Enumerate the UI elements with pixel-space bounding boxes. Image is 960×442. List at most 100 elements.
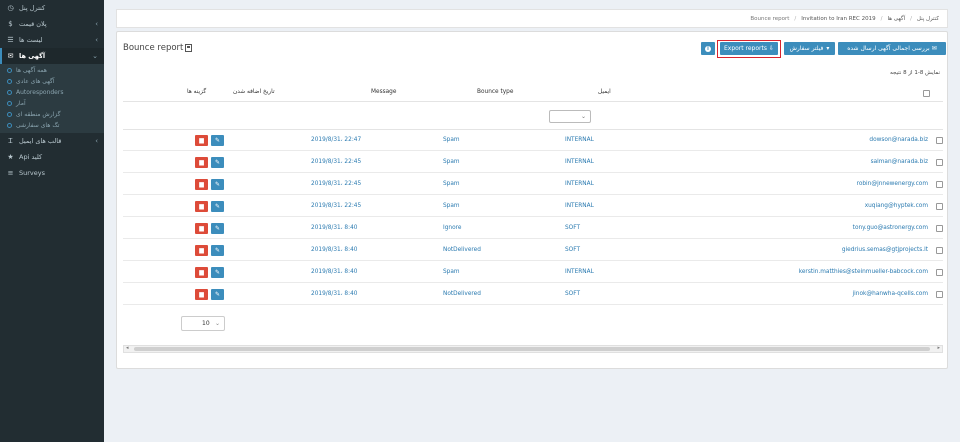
campaign-overview-button[interactable]: بررسی اجمالی آگهی ارسال شده ✉ xyxy=(838,42,946,55)
cell-date: 2019/8/31، 22:45 xyxy=(311,203,362,209)
edit-button[interactable]: ✎ xyxy=(211,135,224,146)
select-all-checkbox[interactable] xyxy=(923,90,930,97)
circle-icon xyxy=(7,112,12,117)
sidebar-item-lists[interactable]: ☰ لیست ها ‹ xyxy=(0,32,104,48)
breadcrumb-item-dashboard[interactable]: کنترل پنل xyxy=(917,16,939,22)
scrollbar-thumb[interactable] xyxy=(134,347,930,351)
cell-type: SOFT xyxy=(565,291,581,297)
edit-button[interactable]: ✎ xyxy=(211,223,224,234)
campaign-overview-label: بررسی اجمالی آگهی ارسال شده xyxy=(847,45,930,52)
edit-button[interactable]: ✎ xyxy=(211,245,224,256)
info-icon: i xyxy=(705,45,711,52)
bounce-type-filter-select[interactable]: ⌄ xyxy=(549,110,591,123)
cell-email[interactable]: jinok@hanwha-qcells.com xyxy=(853,291,928,297)
edit-button[interactable]: ✎ xyxy=(211,179,224,190)
row-checkbox[interactable] xyxy=(936,291,943,298)
scroll-right-icon[interactable]: ▸ xyxy=(937,345,940,351)
sidebar-submenu: همه آگهی ها آگهی های عادی Autoresponders… xyxy=(0,64,104,133)
sidebar-item-pricing[interactable]: $ پلان قیمت ‹ xyxy=(0,16,104,32)
edit-button[interactable]: ✎ xyxy=(211,289,224,300)
cell-email[interactable]: xuqiang@hyptek.com xyxy=(865,203,928,209)
row-checkbox[interactable] xyxy=(936,181,943,188)
delete-button[interactable]: ▆ xyxy=(195,267,208,278)
cell-type: INTERNAL xyxy=(565,203,594,209)
header-date-added: تاریخ اضافه شدن xyxy=(233,89,275,95)
scroll-left-icon[interactable]: ◂ xyxy=(126,345,129,351)
edit-icon: ✎ xyxy=(214,203,221,210)
row-checkbox[interactable] xyxy=(936,137,943,144)
header-message[interactable]: Message xyxy=(371,89,396,95)
sidebar-subitem-geo-report[interactable]: گزارش منطقه ای xyxy=(0,109,104,120)
chevron-down-icon: ⌄ xyxy=(92,52,98,60)
delete-button[interactable]: ▆ xyxy=(195,179,208,190)
table-row: ▆ ✎ 2019/8/31، 8:40 NotDelivered SOFT gi… xyxy=(123,239,943,261)
cell-date: 2019/8/31، 22:47 xyxy=(311,137,362,143)
sidebar-item-dashboard[interactable]: ◷ کنترل پنل xyxy=(0,0,104,16)
sidebar-item-label: پلان قیمت xyxy=(19,20,47,28)
row-checkbox[interactable] xyxy=(936,269,943,276)
row-checkbox[interactable] xyxy=(936,247,943,254)
list-icon: ☰ xyxy=(7,36,14,44)
cell-type: INTERNAL xyxy=(565,181,594,187)
sidebar-subitem-regular[interactable]: آگهی های عادی xyxy=(0,76,104,87)
cell-email[interactable]: salman@narada.biz xyxy=(871,159,928,165)
sidebar-item-surveys[interactable]: ≡ Surveys xyxy=(0,165,104,181)
chevron-left-icon: ‹ xyxy=(95,36,98,44)
delete-button[interactable]: ▆ xyxy=(195,157,208,168)
cell-email[interactable]: robin@jnnewenergy.com xyxy=(857,181,928,187)
header-bounce-type[interactable]: Bounce type xyxy=(477,89,513,95)
breadcrumb-item-campaign[interactable]: Invitation to Iran REC 2019 xyxy=(801,16,875,22)
edit-button[interactable]: ✎ xyxy=(211,201,224,212)
breadcrumb-item-campaigns[interactable]: آگهی ها xyxy=(887,16,905,22)
row-checkbox[interactable] xyxy=(936,203,943,210)
edit-icon: ✎ xyxy=(214,225,221,232)
bounce-report-box: Bounce report i Export reports ⇩ فیلتر س… xyxy=(116,31,948,369)
chevron-left-icon: ‹ xyxy=(95,20,98,28)
export-reports-label: Export reports xyxy=(723,45,767,52)
filter-order-button[interactable]: فیلتر سفارش ▾ xyxy=(784,42,835,55)
delete-button[interactable]: ▆ xyxy=(195,245,208,256)
sidebar-subitem-autoresponders[interactable]: Autoresponders xyxy=(0,87,104,98)
edit-button[interactable]: ✎ xyxy=(211,157,224,168)
row-checkbox[interactable] xyxy=(936,159,943,166)
sidebar-subitem-stats[interactable]: آمار xyxy=(0,98,104,109)
cell-email[interactable]: giedrius.semas@gtjprojects.lt xyxy=(842,247,928,253)
cell-message: NotDelivered xyxy=(443,291,481,297)
export-reports-button[interactable]: Export reports ⇩ xyxy=(720,42,778,55)
cell-date: 2019/8/31، 8:40 xyxy=(311,269,358,275)
page-size-select[interactable]: 10 ⌄ xyxy=(181,316,225,331)
cell-message: Spam xyxy=(443,269,460,275)
cell-email[interactable]: tony.guo@astronergy.com xyxy=(853,225,928,231)
cell-type: INTERNAL xyxy=(565,137,594,143)
sidebar-subitem-custom-tags[interactable]: تگ های سفارشی xyxy=(0,120,104,131)
delete-button[interactable]: ▆ xyxy=(195,223,208,234)
edit-icon: ✎ xyxy=(214,159,221,166)
breadcrumb-separator: / xyxy=(880,15,883,22)
cell-email[interactable]: dowson@narada.biz xyxy=(869,137,928,143)
horizontal-scrollbar[interactable]: ◂ ▸ xyxy=(123,345,943,353)
row-checkbox[interactable] xyxy=(936,225,943,232)
cell-date: 2019/8/31، 8:40 xyxy=(311,225,358,231)
table-row: ▆ ✎ 2019/8/31، 8:40 NotDelivered SOFT ji… xyxy=(123,283,943,305)
sidebar-item-label: قالب های ایمیل xyxy=(19,137,62,145)
sidebar-item-email-templates[interactable]: Ꮖ قالب های ایمیل ‹ xyxy=(0,133,104,149)
sidebar-item-label: Api کلید xyxy=(19,153,43,161)
envelope-icon: ✉ xyxy=(931,45,937,52)
delete-button[interactable]: ▆ xyxy=(195,201,208,212)
edit-button[interactable]: ✎ xyxy=(211,267,224,278)
sidebar-subitem-all-campaigns[interactable]: همه آگهی ها xyxy=(0,65,104,76)
trash-icon: ▆ xyxy=(199,159,204,166)
filter-order-label: فیلتر سفارش xyxy=(789,45,824,52)
trash-icon: ▆ xyxy=(199,203,204,210)
sidebar-item-label: Surveys xyxy=(19,169,45,177)
bars-icon: ≡ xyxy=(7,169,14,177)
sidebar-item-api-keys[interactable]: ★ Api کلید xyxy=(0,149,104,165)
header-email[interactable]: ایمیل xyxy=(598,89,611,95)
sidebar: ◷ کنترل پنل $ پلان قیمت ‹ ☰ لیست ها ‹ ✉ … xyxy=(0,0,104,442)
info-button[interactable]: i xyxy=(701,42,715,55)
cell-email[interactable]: kerstin.matthies@steinmueller-babcock.co… xyxy=(799,269,928,275)
sidebar-item-campaigns[interactable]: ✉ آگهی ها ⌄ xyxy=(0,48,104,64)
chevron-down-icon: ⌄ xyxy=(580,113,586,120)
delete-button[interactable]: ▆ xyxy=(195,135,208,146)
delete-button[interactable]: ▆ xyxy=(195,289,208,300)
